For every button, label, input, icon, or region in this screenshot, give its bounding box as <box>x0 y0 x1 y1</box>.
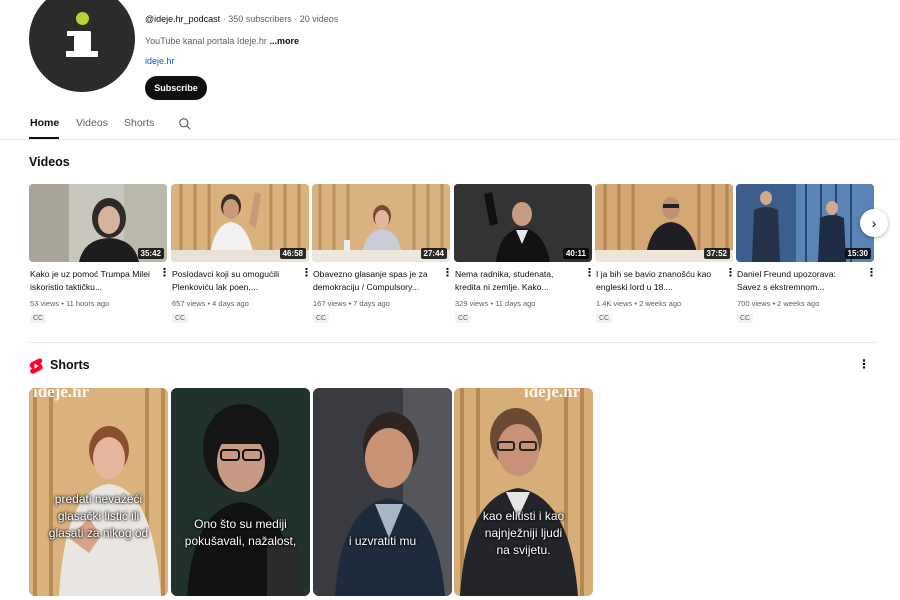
cc-badge: CC <box>30 314 47 323</box>
tab-home[interactable]: Home <box>30 117 59 129</box>
more-vert-icon[interactable]: ⋮ <box>442 266 453 280</box>
tab-videos[interactable]: Videos <box>76 117 108 129</box>
video-card[interactable]: 37:52 I ja bih se bavio znanošću kao eng… <box>595 184 736 323</box>
channel-tabs: Home Videos Shorts <box>0 108 900 140</box>
channel-description[interactable]: YouTube kanal portala Ideje.hr ...more <box>145 36 299 46</box>
video-thumbnail[interactable]: 35:42 <box>29 184 167 262</box>
more-vert-icon[interactable]: ⋮ <box>301 266 312 280</box>
search-icon[interactable] <box>178 117 192 131</box>
video-meta: 53 views • 11 hours ago <box>30 299 110 308</box>
video-title[interactable]: Daniel Freund upozorava: Savez s ekstrem… <box>737 268 861 294</box>
video-title[interactable]: I ja bih se bavio znanošću kao engleski … <box>596 268 720 294</box>
video-thumbnail[interactable]: 15:30 <box>736 184 874 262</box>
channel-meta: @ideje.hr_podcast · 350 subscribers · 20… <box>145 14 338 24</box>
watermark: ideje.hr <box>524 388 581 401</box>
short-card[interactable]: ideje.hr kao elitisti i kao najnježniji … <box>454 388 593 596</box>
watermark: ideje.hr <box>33 388 90 401</box>
video-duration: 37:52 <box>703 248 730 259</box>
video-duration: 27:44 <box>420 248 447 259</box>
video-thumbnail[interactable]: 27:44 <box>312 184 450 262</box>
video-thumbnail[interactable]: 40:11 <box>454 184 592 262</box>
video-card[interactable]: 27:44 Obavezno glasanje spas je za demok… <box>312 184 453 323</box>
more-link[interactable]: ...more <box>269 36 299 46</box>
channel-website-link[interactable]: ideje.hr <box>145 56 175 66</box>
section-divider <box>29 342 877 343</box>
channel-avatar <box>29 0 135 92</box>
videos-shelf: 35:42 Kako je uz pomoć Trumpa Milei isko… <box>29 184 879 334</box>
subscribe-button[interactable]: Subscribe <box>145 76 207 100</box>
shorts-section-title[interactable]: Shorts <box>50 358 90 372</box>
shorts-icon <box>29 358 43 374</box>
short-card[interactable]: Ono što su mediji pokušavali, nažalost, <box>171 388 310 596</box>
video-title[interactable]: Poslodavci koji su omogućili Plenkoviću … <box>172 268 296 294</box>
cc-badge: CC <box>737 314 754 323</box>
video-title[interactable]: Kako je uz pomoć Trumpa Milei iskoristio… <box>30 268 154 294</box>
short-caption: i uzvratiti mu <box>348 534 417 548</box>
video-meta: 657 views • 4 days ago <box>172 299 249 308</box>
video-duration: 46:58 <box>279 248 306 259</box>
avatar-logo-dot <box>76 12 89 25</box>
video-card[interactable]: 40:11 Nema radnika, studenata, kredita n… <box>454 184 595 323</box>
video-duration: 35:42 <box>137 248 164 259</box>
short-caption: Ono što su mediji pokušavali, nažalost, <box>184 517 297 548</box>
cc-badge: CC <box>313 314 330 323</box>
channel-stats: · 350 subscribers · 20 videos <box>222 14 339 24</box>
short-card[interactable]: i uzvratiti mu <box>313 388 452 596</box>
video-meta: 167 views • 7 days ago <box>313 299 390 308</box>
tab-shorts[interactable]: Shorts <box>124 117 154 129</box>
short-card[interactable]: ideje.hr predati nevažeći glasački listi… <box>29 388 168 596</box>
short-caption: predati nevažeći glasački listić ili gla… <box>48 492 149 540</box>
video-card[interactable]: 35:42 Kako je uz pomoć Trumpa Milei isko… <box>29 184 170 323</box>
cc-badge: CC <box>455 314 472 323</box>
more-vert-icon[interactable]: ⋮ <box>725 266 736 280</box>
active-tab-indicator <box>29 137 59 139</box>
chevron-right-icon[interactable]: › <box>860 209 888 237</box>
video-thumbnail[interactable]: 46:58 <box>171 184 309 262</box>
more-vert-icon[interactable]: ⋮ <box>159 266 170 280</box>
video-card[interactable]: 46:58 Poslodavci koji su omogućili Plenk… <box>171 184 312 323</box>
video-card[interactable]: 15:30 Daniel Freund upozorava: Savez s e… <box>736 184 877 323</box>
video-meta: 1.4K views • 2 weeks ago <box>596 299 682 308</box>
video-title[interactable]: Obavezno glasanje spas je za demokraciju… <box>313 268 437 294</box>
video-meta: 700 views • 2 weeks ago <box>737 299 820 308</box>
more-vert-icon[interactable]: ⋮ <box>584 266 595 280</box>
video-duration: 15:30 <box>844 248 871 259</box>
channel-handle: @ideje.hr_podcast <box>145 14 221 24</box>
video-duration: 40:11 <box>562 248 589 259</box>
cc-badge: CC <box>172 314 189 323</box>
video-meta: 329 views • 11 days ago <box>455 299 536 308</box>
video-thumbnail[interactable]: 37:52 <box>595 184 733 262</box>
more-vert-icon[interactable]: ⋮ <box>866 266 877 280</box>
videos-section-title[interactable]: Videos <box>29 155 70 169</box>
short-caption: kao elitisti i kao najnježniji ljudi na … <box>482 509 565 557</box>
video-title[interactable]: Nema radnika, studenata, kredita ni zeml… <box>455 268 579 294</box>
more-vert-icon[interactable]: ⋮ <box>858 357 870 373</box>
cc-badge: CC <box>596 314 613 323</box>
